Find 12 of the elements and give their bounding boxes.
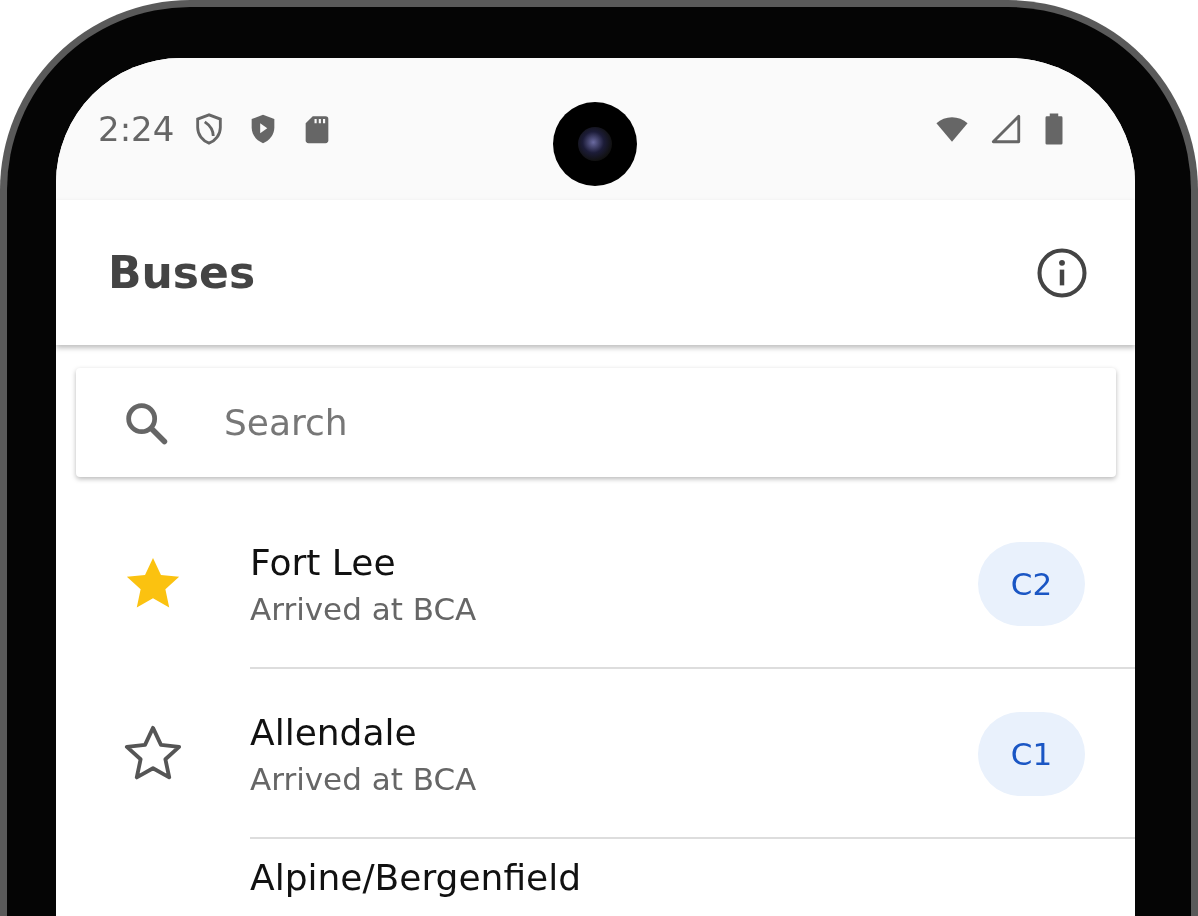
signal-icon bbox=[989, 112, 1023, 146]
search-field[interactable]: Search bbox=[222, 401, 926, 444]
battery-icon bbox=[1043, 112, 1065, 146]
arrival-status: Arrived at BCA bbox=[250, 760, 478, 797]
screen-title: Buses bbox=[108, 247, 257, 298]
stop-name: Alpine/Bergenfield bbox=[250, 857, 583, 898]
route-chip[interactable]: C2 bbox=[978, 542, 1085, 626]
arrival-status: Arrived at BCA bbox=[250, 590, 478, 627]
stop-name: Allendale bbox=[250, 711, 418, 753]
stop-name: Fort Lee bbox=[250, 541, 397, 583]
status-time: 2:24 bbox=[98, 109, 175, 149]
route-chip[interactable]: C1 bbox=[978, 712, 1085, 796]
